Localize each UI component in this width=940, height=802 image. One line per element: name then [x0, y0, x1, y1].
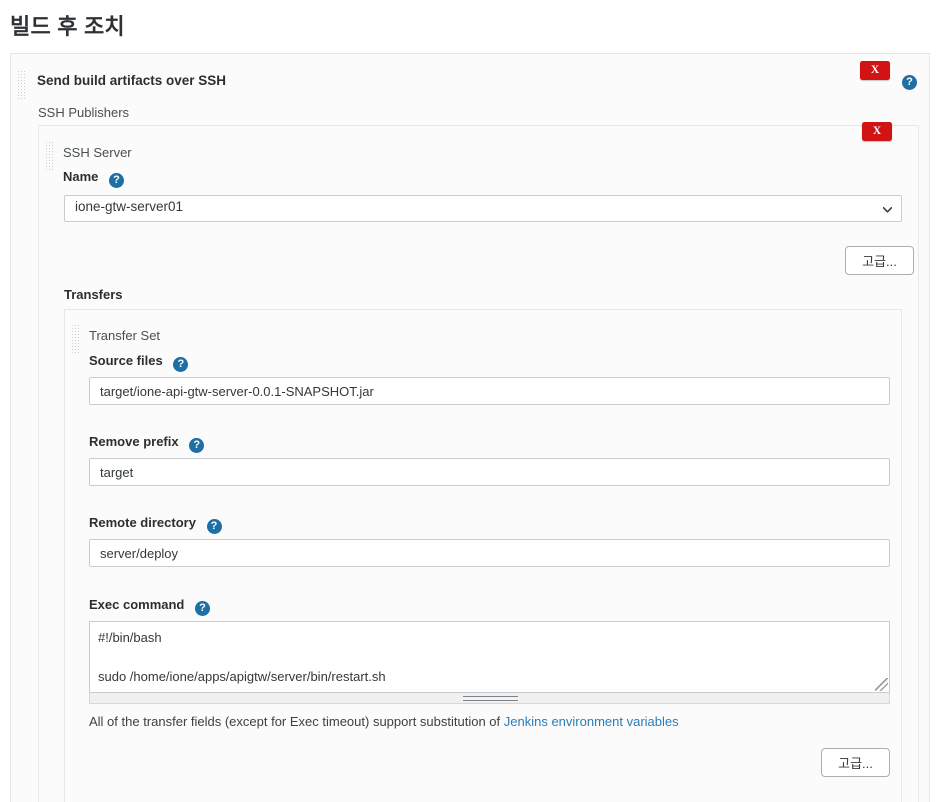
select-box[interactable]: ione-gtw-server01 [64, 195, 902, 222]
remote-directory-label-text: Remote directory [89, 515, 196, 530]
transfer-set-legend: Transfer Set [89, 328, 161, 343]
page-title: 빌드 후 조치 [10, 14, 125, 39]
remove-prefix-label: Remove prefix ? [89, 434, 205, 453]
source-files-input[interactable] [89, 377, 890, 405]
ssh-publisher-panel: Send build artifacts over SSH X ? SSH Pu… [10, 53, 930, 802]
drag-handle-icon[interactable] [45, 141, 54, 171]
name-label: Name ? [63, 169, 125, 188]
remove-publisher-button[interactable]: X [860, 61, 890, 80]
help-icon[interactable]: ? [189, 438, 205, 453]
remove-prefix-input[interactable] [89, 458, 890, 486]
substitution-note: All of the transfer fields (except for E… [89, 714, 679, 729]
exec-command-line-2: sudo /home/ione/apps/apigtw/server/bin/r… [98, 669, 386, 684]
exec-command-textarea-box[interactable]: #!/bin/bash sudo /home/ione/apps/apigtw/… [89, 621, 890, 693]
help-icon[interactable]: ? [109, 173, 125, 188]
ssh-server-advanced-button[interactable]: 고급... [845, 246, 914, 275]
remove-prefix-label-text: Remove prefix [89, 434, 179, 449]
chevron-down-icon[interactable] [883, 206, 892, 213]
jenkins-env-variables-link[interactable]: Jenkins environment variables [504, 714, 679, 729]
substitution-note-text: All of the transfer fields (except for E… [89, 714, 504, 729]
exec-command-label: Exec command ? [89, 597, 210, 616]
source-files-label-text: Source files [89, 353, 163, 368]
ssh-server-name-select[interactable]: ione-gtw-server01 [64, 195, 902, 222]
exec-command-label-text: Exec command [89, 597, 185, 612]
drag-handle-icon[interactable] [17, 70, 26, 100]
help-icon[interactable]: ? [206, 519, 222, 534]
publisher-subheading: SSH Publishers [38, 105, 130, 120]
exec-command-horizontal-scrollbar[interactable] [89, 693, 890, 704]
remote-directory-input[interactable] [89, 539, 890, 567]
exec-command-textarea[interactable]: #!/bin/bash sudo /home/ione/apps/apigtw/… [89, 621, 890, 693]
exec-command-line-1: #!/bin/bash [98, 630, 162, 645]
publisher-heading: Send build artifacts over SSH [37, 73, 227, 88]
help-icon[interactable]: ? [173, 357, 189, 372]
remote-directory-label: Remote directory ? [89, 515, 222, 534]
selected-server-value: ione-gtw-server01 [75, 199, 184, 214]
transfers-legend: Transfers [64, 287, 123, 302]
post-build-actions-page: 빌드 후 조치 Send build artifacts over SSH X … [0, 0, 940, 802]
transfer-set-panel: Transfer Set Source files ? Remove prefi… [64, 309, 902, 802]
scrollbar-thumb[interactable] [463, 696, 518, 701]
ssh-server-panel: SSH Server X Name ? ione-gtw-server01 고급… [38, 122, 919, 802]
drag-handle-icon[interactable] [71, 324, 80, 354]
transfer-set-advanced-button[interactable]: 고급... [821, 748, 890, 777]
name-label-text: Name [63, 169, 99, 184]
help-icon[interactable]: ? [902, 75, 917, 90]
resize-handle-icon[interactable] [875, 678, 888, 691]
source-files-label: Source files ? [89, 353, 189, 372]
help-icon[interactable]: ? [195, 601, 210, 616]
remove-ssh-server-button[interactable]: X [862, 122, 892, 141]
ssh-server-legend: SSH Server [63, 145, 132, 160]
